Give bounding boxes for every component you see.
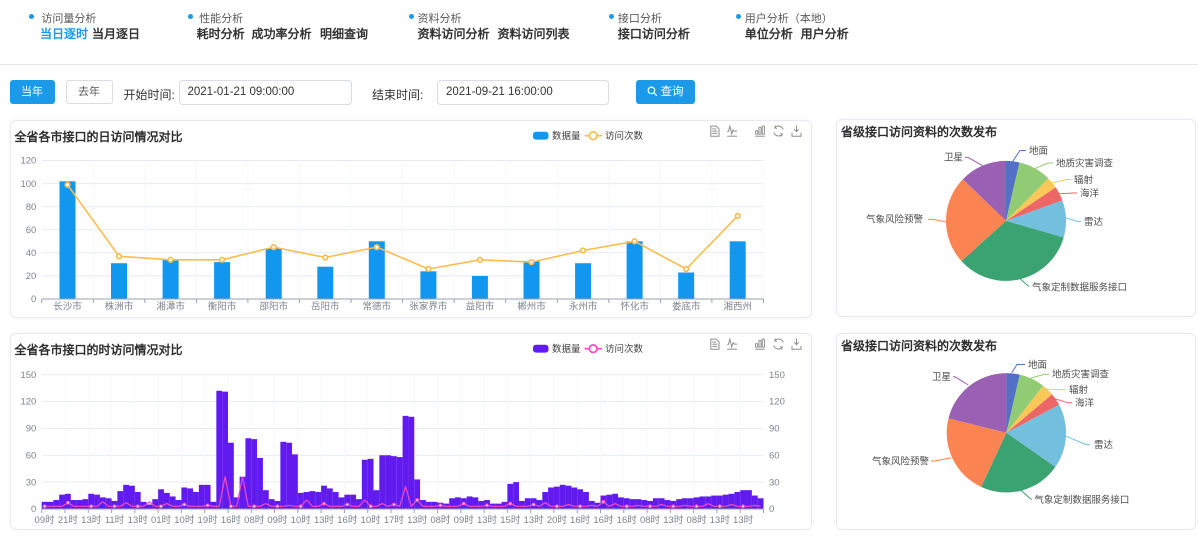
svg-text:09时: 09时 <box>35 514 56 526</box>
svg-text:10时: 10时 <box>361 514 382 526</box>
svg-text:地面: 地面 <box>1028 359 1047 371</box>
svg-text:30: 30 <box>769 477 780 488</box>
svg-text:40: 40 <box>26 248 37 259</box>
svg-text:邵阳市: 邵阳市 <box>259 301 288 313</box>
svg-text:10时: 10时 <box>174 514 195 526</box>
svg-text:21时: 21时 <box>58 514 79 526</box>
svg-text:衡阳市: 衡阳市 <box>208 301 237 313</box>
svg-text:16时: 16时 <box>617 514 638 526</box>
svg-text:地面: 地面 <box>1029 145 1048 157</box>
svg-text:60: 60 <box>26 451 37 462</box>
svg-text:60: 60 <box>26 225 37 236</box>
svg-text:01时: 01时 <box>151 514 172 526</box>
svg-text:16时: 16时 <box>221 514 242 526</box>
svg-text:16时: 16时 <box>593 514 614 526</box>
svg-text:09时: 09时 <box>267 514 288 526</box>
svg-text:长沙市: 长沙市 <box>53 301 82 313</box>
svg-text:13时: 13时 <box>477 514 498 526</box>
svg-text:益阳市: 益阳市 <box>466 301 495 313</box>
svg-text:0: 0 <box>769 504 774 515</box>
svg-text:岳阳市: 岳阳市 <box>311 301 340 313</box>
svg-text:16时: 16时 <box>570 514 591 526</box>
svg-text:怀化市: 怀化市 <box>620 301 649 313</box>
svg-text:常德市: 常德市 <box>363 301 392 313</box>
svg-text:郴州市: 郴州市 <box>517 301 546 313</box>
svg-text:120: 120 <box>20 156 36 167</box>
svg-text:13时: 13时 <box>407 514 428 526</box>
svg-text:娄底市: 娄底市 <box>672 301 701 313</box>
svg-text:张家界市: 张家界市 <box>409 301 448 313</box>
svg-text:气象定制数据服务接口: 气象定制数据服务接口 <box>1032 281 1127 293</box>
svg-text:09时: 09时 <box>454 514 475 526</box>
svg-text:90: 90 <box>769 424 780 435</box>
svg-text:100: 100 <box>20 179 36 190</box>
svg-text:地质灾害调查: 地质灾害调查 <box>1056 157 1114 169</box>
svg-text:13时: 13时 <box>663 514 684 526</box>
svg-text:辐射: 辐射 <box>1069 384 1089 396</box>
svg-text:08时: 08时 <box>430 514 451 526</box>
svg-text:150: 150 <box>769 370 785 381</box>
svg-text:90: 90 <box>26 424 37 435</box>
svg-text:16时: 16时 <box>337 514 358 526</box>
svg-text:13时: 13时 <box>128 514 149 526</box>
svg-text:30: 30 <box>26 477 37 488</box>
svg-text:永州市: 永州市 <box>569 301 598 313</box>
svg-text:气象定制数据服务接口: 气象定制数据服务接口 <box>1034 494 1129 506</box>
svg-text:80: 80 <box>26 202 37 213</box>
svg-text:150: 150 <box>20 370 36 381</box>
svg-text:气象风险预警: 气象风险预警 <box>872 455 930 467</box>
svg-text:13时: 13时 <box>314 514 335 526</box>
svg-text:13时: 13时 <box>81 514 102 526</box>
svg-text:08时: 08时 <box>244 514 265 526</box>
svg-text:17时: 17时 <box>384 514 405 526</box>
svg-text:08时: 08时 <box>687 514 708 526</box>
svg-text:10时: 10时 <box>291 514 312 526</box>
svg-text:120: 120 <box>20 397 36 408</box>
svg-text:0: 0 <box>31 294 36 305</box>
svg-text:辐射: 辐射 <box>1074 174 1094 186</box>
svg-text:卫星: 卫星 <box>944 153 963 164</box>
svg-text:08时: 08时 <box>640 514 661 526</box>
svg-text:雷达: 雷达 <box>1084 216 1104 228</box>
svg-text:13时: 13时 <box>733 514 754 526</box>
svg-text:13时: 13时 <box>524 514 545 526</box>
svg-text:15时: 15时 <box>500 514 521 526</box>
svg-text:120: 120 <box>769 397 785 408</box>
svg-text:20时: 20时 <box>547 514 568 526</box>
svg-text:11时: 11时 <box>105 514 125 526</box>
svg-text:60: 60 <box>769 451 780 462</box>
svg-text:地质灾害调查: 地质灾害调查 <box>1052 369 1110 381</box>
svg-text:卫星: 卫星 <box>932 372 951 383</box>
svg-text:海洋: 海洋 <box>1080 187 1100 199</box>
svg-text:0: 0 <box>31 504 36 515</box>
svg-text:气象风险预警: 气象风险预警 <box>866 214 924 226</box>
svg-text:19时: 19时 <box>198 514 219 526</box>
svg-text:雷达: 雷达 <box>1094 439 1114 451</box>
svg-text:13时: 13时 <box>710 514 731 526</box>
svg-text:株洲市: 株洲市 <box>105 301 134 313</box>
svg-text:20: 20 <box>26 271 37 282</box>
svg-text:湘西州: 湘西州 <box>723 301 752 313</box>
svg-text:湘潭市: 湘潭市 <box>156 301 185 313</box>
svg-text:海洋: 海洋 <box>1075 397 1095 409</box>
